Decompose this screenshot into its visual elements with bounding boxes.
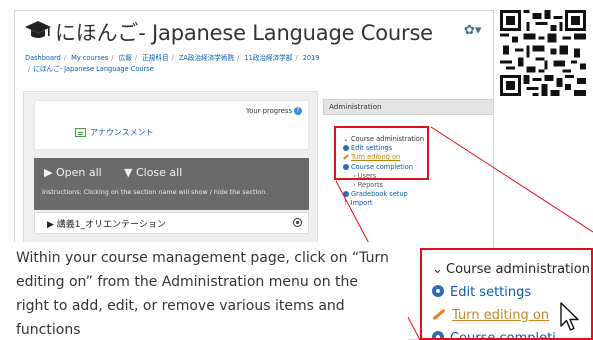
forum-icon bbox=[75, 128, 86, 137]
gear-icon bbox=[432, 285, 444, 297]
progress-label: Your progress? bbox=[246, 107, 302, 115]
import-link[interactable]: ⇡ Import bbox=[343, 199, 424, 208]
import-label: Import bbox=[350, 199, 373, 208]
help-icon[interactable]: ? bbox=[294, 107, 302, 115]
admin-highlight-box bbox=[334, 126, 429, 180]
reports-item[interactable]: › Reports bbox=[343, 181, 424, 190]
breadcrumb-item[interactable]: Dashboard bbox=[25, 54, 61, 62]
zoom-course-administration-item[interactable]: ⌄ Course administration bbox=[432, 258, 590, 281]
graduation-cap-icon bbox=[25, 21, 51, 38]
pencil-icon bbox=[432, 308, 446, 321]
zoom-edit-settings-link[interactable]: Edit settings bbox=[432, 281, 590, 304]
gear-icon bbox=[432, 331, 444, 338]
announcement-link[interactable]: アナウンスメント bbox=[75, 127, 154, 138]
breadcrumb-item[interactable]: にほんご- Japanese Language Course bbox=[33, 65, 154, 73]
progress-area: Your progress? アナウンスメント bbox=[34, 100, 309, 150]
zoom-course-administration-label: Course administration bbox=[446, 262, 590, 277]
section-title[interactable]: ▶ 講義1_オリエンテーション bbox=[47, 217, 166, 230]
zoom-edit-settings-label: Edit settings bbox=[450, 285, 532, 300]
page-title: にほんご- Japanese Language Course bbox=[55, 21, 433, 45]
upload-icon: ⇡ bbox=[343, 199, 351, 208]
highlight-toggle-icon[interactable] bbox=[293, 218, 302, 227]
course-header: にほんご- Japanese Language Course ✿▾ Dashbo… bbox=[15, 11, 493, 89]
progress-label-text: Your progress bbox=[245, 107, 292, 115]
reports-label: Reports bbox=[357, 181, 384, 190]
instruction-caption: Within your course management page, clic… bbox=[14, 242, 394, 340]
breadcrumb-item[interactable]: 11政治経済学部 bbox=[244, 54, 292, 62]
gradebook-setup-link[interactable]: Gradebook setup bbox=[343, 190, 424, 199]
gear-icon bbox=[343, 191, 349, 198]
open-all-button[interactable]: ▶ Open all bbox=[44, 166, 102, 179]
breadcrumb-item[interactable]: 正規科目 bbox=[142, 54, 168, 62]
instructions-text: Instructions: Clicking on the section na… bbox=[42, 188, 268, 196]
mouse-cursor-icon bbox=[560, 302, 579, 331]
gear-icon[interactable]: ✿▾ bbox=[464, 23, 481, 38]
chevron-down-icon: ⌄ bbox=[432, 262, 443, 277]
announcement-label: アナウンスメント bbox=[90, 128, 154, 137]
zoom-turn-editing-on-label: Turn editing on bbox=[452, 308, 550, 323]
section-controls: ▶ Open all ▼ Close all Instructions: Cli… bbox=[34, 158, 309, 210]
breadcrumb-item[interactable]: 広報 bbox=[119, 54, 132, 62]
breadcrumb-item[interactable]: ZA政治経済学術院 bbox=[179, 54, 234, 62]
section-row[interactable]: ▶ 講義1_オリエンテーション bbox=[34, 212, 309, 234]
zoom-course-completion-label: Course completi bbox=[450, 331, 556, 340]
breadcrumb-item[interactable]: My courses bbox=[71, 54, 108, 62]
breadcrumb: Dashboard / My courses / 広報 / 正規科目 / ZA政治経済学… bbox=[25, 54, 320, 73]
administration-header: Administration bbox=[323, 99, 493, 115]
zoomed-admin-callout: ⌄ Course administration Edit settings Tur… bbox=[420, 248, 593, 340]
close-all-button[interactable]: ▼ Close all bbox=[124, 166, 182, 179]
gradebook-setup-label: Gradebook setup bbox=[351, 190, 408, 199]
qr-code-icon bbox=[500, 10, 586, 96]
breadcrumb-item[interactable]: 2019 bbox=[303, 54, 320, 62]
